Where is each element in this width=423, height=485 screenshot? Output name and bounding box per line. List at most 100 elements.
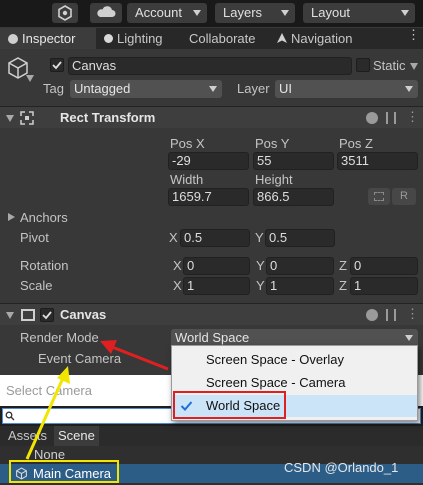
blueprint-mode-button[interactable] [368,188,390,205]
list-item-label: Main Camera [33,466,112,481]
width-field[interactable]: 1659.7 [168,188,249,206]
info-icon [8,34,18,44]
preset-icon[interactable] [386,309,396,321]
layers-dropdown[interactable]: Layers [215,3,295,23]
static-label: Static [373,58,406,73]
rect-transform-icon [20,111,34,125]
pos-x-label: Pos X [170,136,205,151]
preset-icon[interactable] [386,112,396,124]
tab-assets[interactable]: Assets [4,426,51,446]
rotation-z-field[interactable]: 0 [350,257,418,275]
layer-value: UI [279,81,292,96]
help-icon[interactable] [366,309,378,321]
expand-arrow-icon[interactable] [8,213,15,221]
rotation-label: Rotation [20,258,69,273]
tab-scene-label: Scene [58,428,95,443]
height-label: Height [255,172,293,187]
rotation-z-label: Z [339,258,347,273]
popup-option-world-space[interactable]: World Space [172,395,417,417]
chevron-down-icon [193,10,201,16]
scale-x-label: X [173,278,182,293]
select-camera-tabs: Assets Scene [0,426,423,446]
active-checkbox[interactable] [50,58,64,72]
scale-x-value: 1 [187,278,195,293]
more-options-icon[interactable]: ⋮ [406,110,419,124]
render-mode-value: World Space [175,330,250,345]
layer-dropdown[interactable]: UI [275,80,418,98]
canvas-component-title: Canvas [60,307,107,322]
rect-transform-header[interactable]: Rect Transform ⋮ [0,106,423,128]
scale-y-field[interactable]: 1 [266,277,334,295]
tab-inspector-label: Inspector [22,31,76,46]
collab-icon[interactable] [52,3,78,23]
scale-y-label: Y [256,278,265,293]
pos-z-value: 3511 [341,153,369,168]
rotation-x-label: X [173,258,182,273]
pivot-x-field[interactable]: 0.5 [180,229,250,247]
watermark-text: CSDN @Orlando_1 [284,460,399,475]
width-label: Width [170,172,204,187]
pos-x-field[interactable]: -29 [168,152,249,170]
layout-label: Layout [311,5,351,20]
scale-y-value: 1 [270,278,278,293]
more-options-icon[interactable]: ⋮ [406,307,419,321]
tab-lighting[interactable]: Lighting [104,28,163,49]
render-mode-popup: Screen Space - Overlay Screen Space - Ca… [171,345,418,421]
cloud-icon[interactable] [90,3,122,23]
popup-option-label: World Space [206,398,281,413]
scale-label: Scale [20,278,53,293]
canvas-component-header[interactable]: Canvas ⋮ [0,303,423,325]
rotation-x-field[interactable]: 0 [183,257,250,275]
account-dropdown[interactable]: Account [127,3,207,23]
top-toolbar: Account Layers Layout [0,0,423,27]
search-icon [5,411,15,421]
scale-z-field[interactable]: 1 [350,277,418,295]
pivot-y-label: Y [255,230,264,245]
width-value: 1659.7 [172,189,212,204]
height-field[interactable]: 866.5 [253,188,334,206]
object-name-value: Canvas [72,58,117,73]
pos-y-label: Pos Y [255,136,290,151]
tab-collaborate[interactable]: Collaborate [189,28,256,49]
pivot-y-field[interactable]: 0.5 [265,229,335,247]
chevron-down-icon [405,335,413,341]
scale-z-value: 1 [354,278,362,293]
popup-option-camera[interactable]: Screen Space - Camera [172,372,417,394]
canvas-enabled-checkbox[interactable] [40,308,54,322]
chevron-down-icon [405,86,413,92]
pos-y-value: 55 [257,153,272,168]
icon-picker-caret[interactable] [26,75,34,82]
raw-edit-label: R [400,190,408,202]
rect-transform-title: Rect Transform [60,110,156,125]
light-bulb-icon [104,34,113,43]
collapse-arrow-icon [6,312,14,319]
help-icon[interactable] [366,112,378,124]
static-checkbox[interactable] [356,58,370,72]
collapse-arrow-icon [6,115,14,122]
navigation-icon [277,33,287,43]
rotation-x-value: 0 [187,258,195,273]
tab-scene[interactable]: Scene [54,426,99,446]
static-dropdown-caret[interactable] [410,63,418,70]
anchors-label[interactable]: Anchors [20,209,68,227]
pivot-x-value: 0.5 [184,230,203,245]
popup-option-overlay[interactable]: Screen Space - Overlay [172,349,417,371]
rotation-y-field[interactable]: 0 [266,257,334,275]
scale-x-field[interactable]: 1 [183,277,250,295]
canvas-component-icon [21,309,35,321]
blueprint-icon [374,192,384,201]
layout-dropdown[interactable]: Layout [303,3,415,23]
pos-y-field[interactable]: 55 [253,152,334,170]
raw-edit-button[interactable]: R [392,188,416,205]
tab-navigation[interactable]: Navigation [277,28,352,49]
more-options-icon[interactable]: ⋮ [407,28,420,46]
tab-lighting-label: Lighting [117,31,163,46]
pos-z-field[interactable]: 3511 [337,152,418,170]
checkmark-icon [180,401,193,411]
object-name-field[interactable]: Canvas [68,57,352,75]
tag-dropdown[interactable]: Untagged [70,80,222,98]
chevron-down-icon [401,10,409,16]
tab-inspector[interactable]: Inspector [0,28,96,49]
pos-x-value: -29 [172,153,191,168]
pivot-label: Pivot [20,230,49,245]
